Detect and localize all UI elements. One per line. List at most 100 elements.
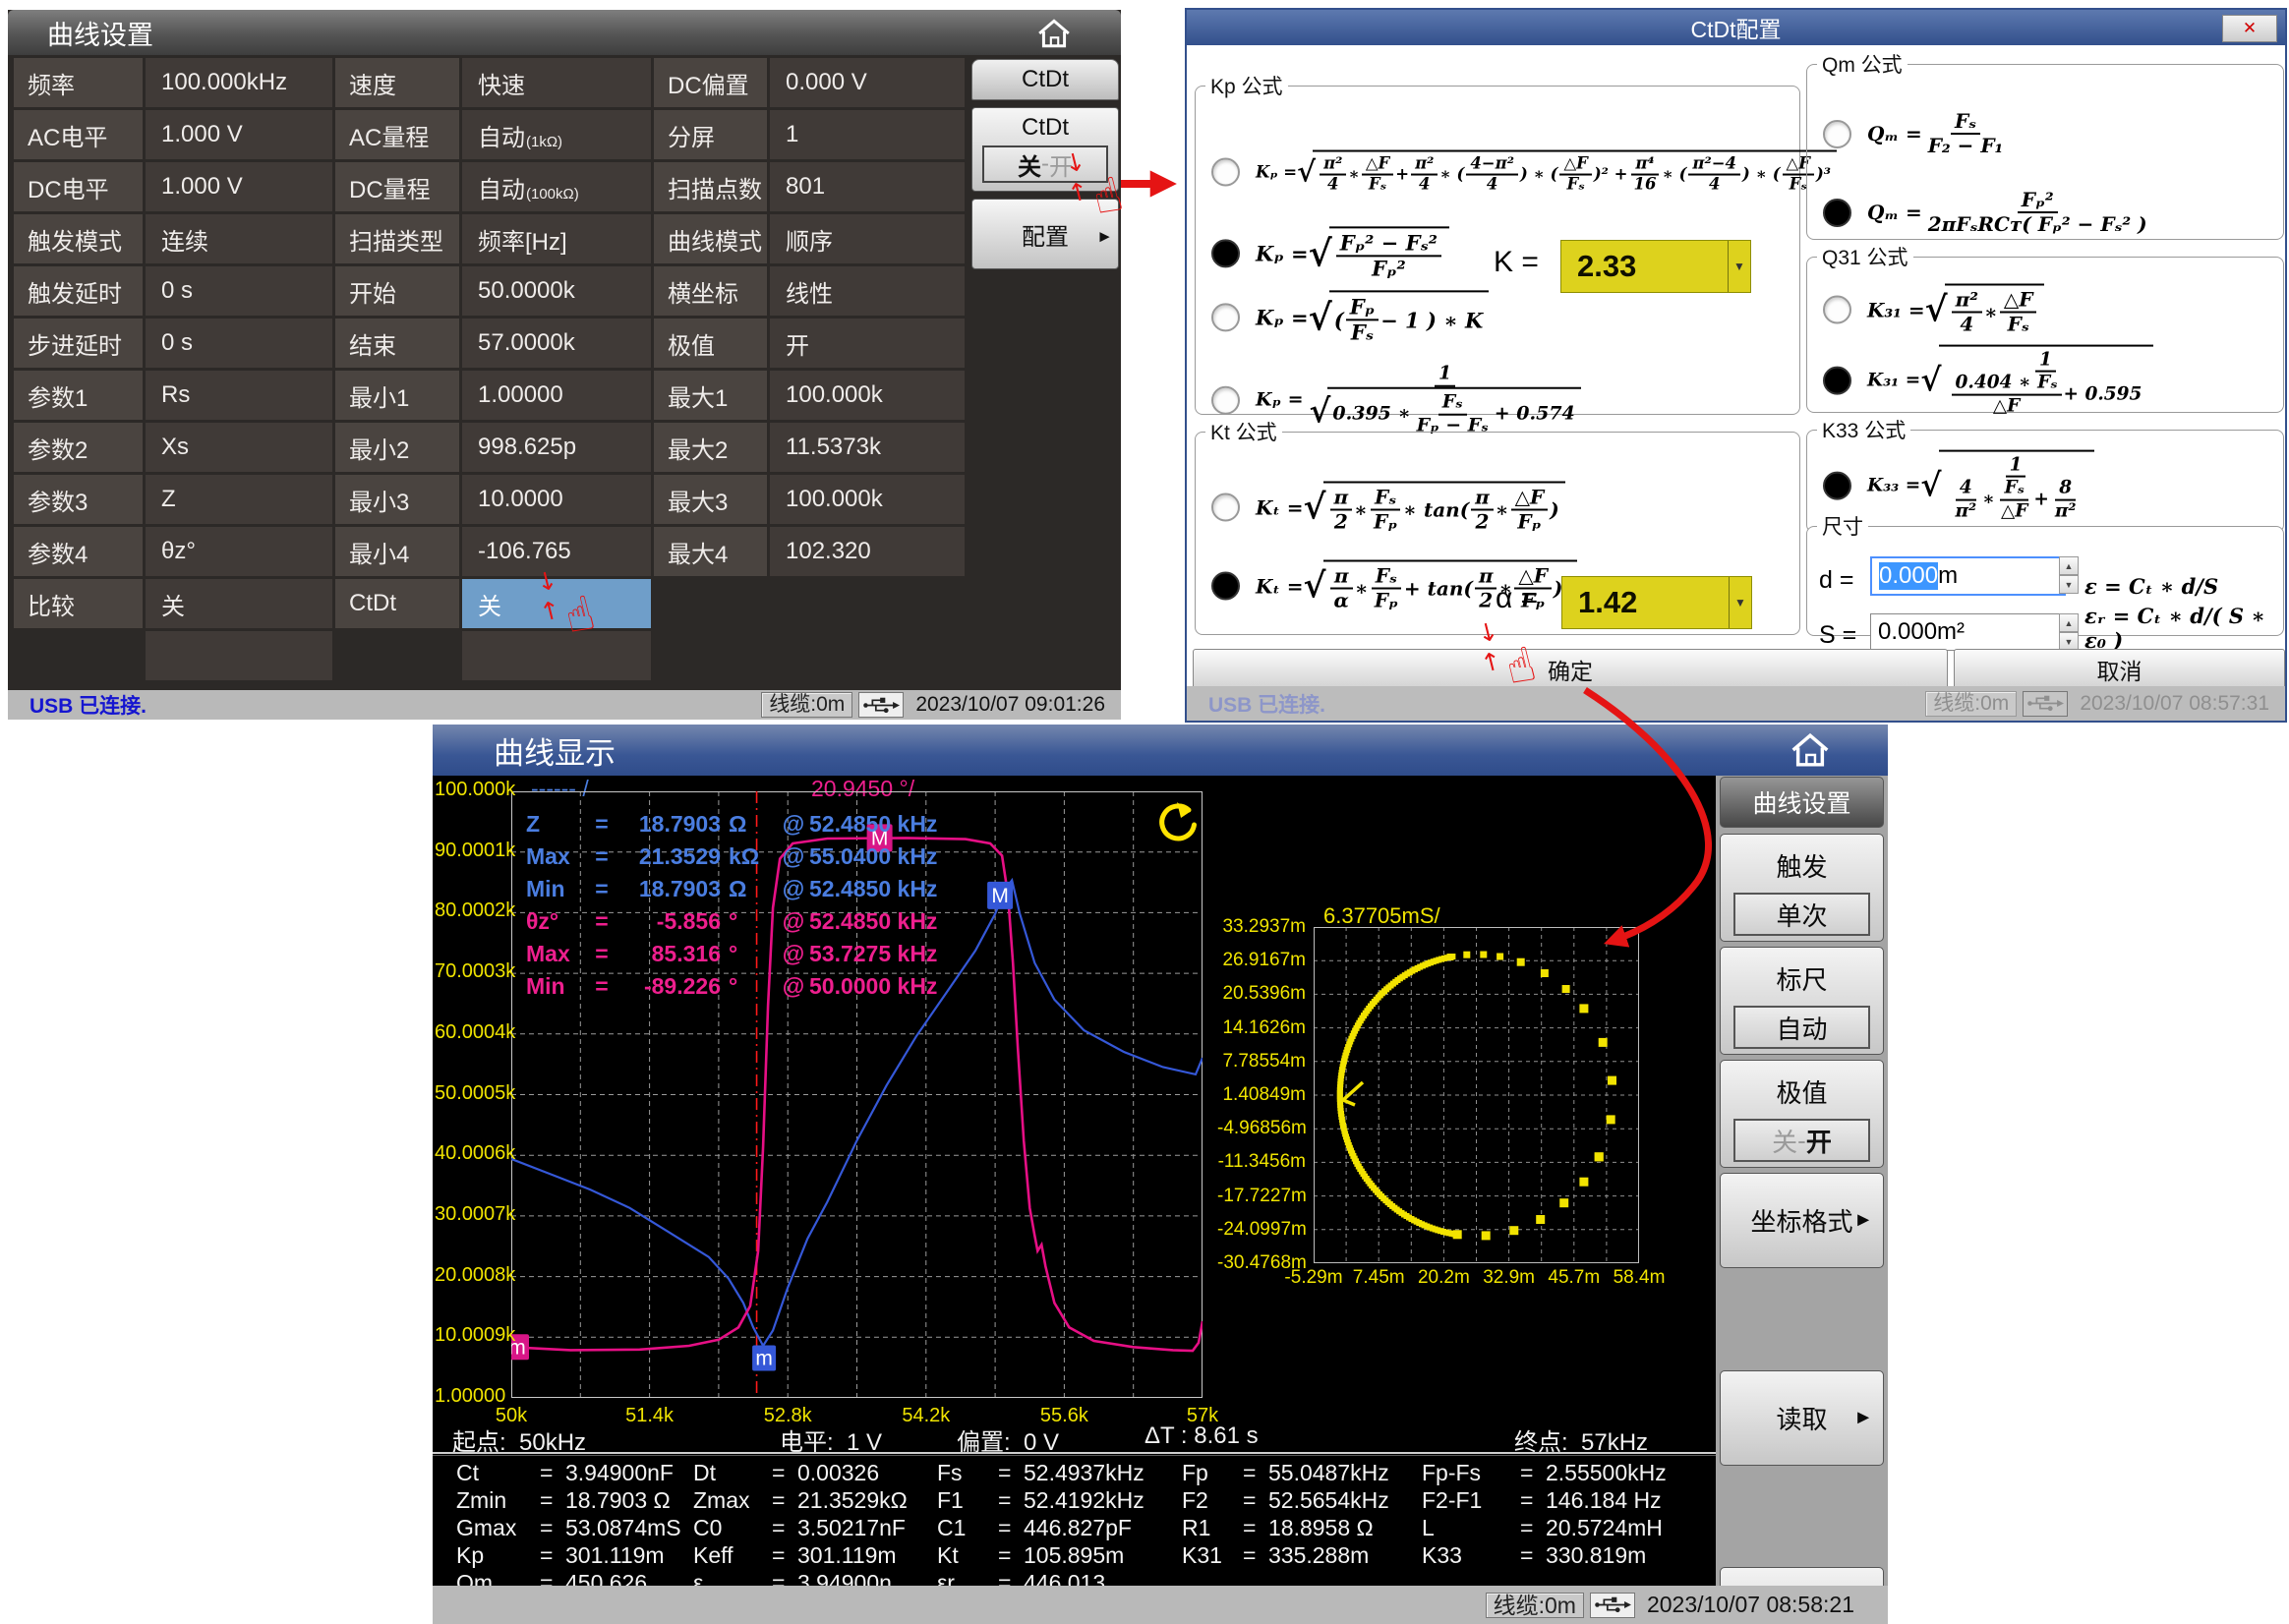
kp-radio-selected[interactable] <box>1211 240 1240 268</box>
measurement-value: 52.5654kHz <box>1268 1487 1389 1514</box>
setting-value[interactable]: 连续 <box>146 214 332 263</box>
curve-display-titlebar: 曲线显示 <box>433 725 1888 776</box>
qm-formula: Qₘ = Fₚ²2πFₛRCᴛ( Fₚ² − Fₛ² ) <box>1867 189 2153 236</box>
radicand: 10.404 ∗ Fₛ△F + 0.595 <box>1939 345 2154 417</box>
setting-value[interactable]: 1.000 V <box>146 162 332 211</box>
setting-value[interactable]: 57.0000k <box>462 319 651 368</box>
k-select[interactable]: 2.33▼ <box>1560 240 1751 293</box>
setting-label: AC电平 <box>14 110 143 159</box>
setting-value[interactable]: Xs <box>146 423 332 472</box>
setting-value[interactable]: 50.0000k <box>462 266 651 316</box>
setting-value[interactable]: 1.000 V <box>146 110 332 159</box>
cancel-button[interactable]: 取消 <box>1954 649 2285 690</box>
setting-value[interactable]: 1 <box>770 110 965 159</box>
measurement-cell: Kt=105.895m <box>937 1542 1124 1569</box>
sidebar-button-coord-format[interactable]: 坐标格式► <box>1720 1173 1884 1268</box>
kp-radio[interactable] <box>1211 386 1240 415</box>
trace-marker-M[interactable]: M <box>987 882 1013 909</box>
setting-value[interactable]: 0 s <box>146 266 332 316</box>
setting-label: 最大2 <box>654 423 767 472</box>
trace-marker-m[interactable]: m <box>752 1346 776 1371</box>
measurement-cell: Keff=301.119m <box>693 1542 897 1569</box>
setting-label: 参数3 <box>14 475 143 524</box>
alpha-select[interactable]: 1.42▼ <box>1561 576 1752 629</box>
config-label: 配置 <box>1022 217 1069 252</box>
setting-value-selected[interactable]: 关 <box>462 579 651 628</box>
measurement-cell: Ct=3.94900nF <box>456 1460 674 1486</box>
setting-value[interactable]: 开 <box>770 319 965 368</box>
alpha-label: α = <box>1496 582 1538 615</box>
ctdt-config-button[interactable]: 配置 ► <box>971 199 1119 269</box>
numerator: Fₛ <box>2000 478 2027 500</box>
measurement-name: Kt <box>937 1542 998 1569</box>
ctdt-config-dialog: CtDt配置 ✕ Kp 公式 Kₚ = √π²4 ∗ △FFₛ + π²4 ∗ … <box>1185 8 2287 723</box>
qm-radio-selected[interactable] <box>1823 199 1851 227</box>
setting-value[interactable]: Rs <box>146 371 332 420</box>
sidebar-toggle-ruler[interactable]: 标尺自动 <box>1720 947 1884 1055</box>
setting-value[interactable]: 100.000k <box>770 371 965 420</box>
numerator: 4−π² <box>1466 155 1518 176</box>
readout-field: Min <box>526 973 587 1000</box>
ok-button[interactable]: 确定 <box>1193 649 1948 690</box>
kt-radio[interactable] <box>1211 493 1240 522</box>
setting-value[interactable]: 11.5373k <box>770 423 965 472</box>
numerator: π <box>1330 487 1353 511</box>
setting-value[interactable]: 0.000 V <box>770 58 965 107</box>
measurement-eq: = <box>998 1515 1024 1541</box>
setting-value[interactable]: 快速 <box>462 58 651 107</box>
home-button[interactable] <box>1032 14 1076 53</box>
sidebar-button-read[interactable]: 读取► <box>1720 1370 1884 1466</box>
circle-y-axis-label: -24.0997m <box>1217 1219 1306 1241</box>
setting-value[interactable]: 102.320 <box>770 527 965 576</box>
setting-value[interactable]: 自动(1kΩ) <box>462 110 651 159</box>
s-input[interactable]: 0.000m² <box>1870 613 2064 651</box>
kp-radio[interactable] <box>1211 158 1240 187</box>
sidebar-toggle-trigger[interactable]: 触发单次 <box>1720 834 1884 942</box>
fraction: 4−π²4 <box>1466 155 1518 195</box>
qm-radio[interactable] <box>1823 120 1851 148</box>
fraction: FₛFₚ <box>1370 487 1401 534</box>
d-input[interactable]: 0.000m <box>1870 556 2066 596</box>
square-root: √π²4 ∗ △FFₛ <box>1925 284 2045 336</box>
readout-field: 21.3529 <box>616 843 721 870</box>
setting-value[interactable]: -106.765 <box>462 527 651 576</box>
setting-value[interactable]: θz° <box>146 527 332 576</box>
setting-value[interactable]: 100.000k <box>770 475 965 524</box>
kp-radio[interactable] <box>1211 304 1240 332</box>
setting-label: 横坐标 <box>654 266 767 316</box>
ctdt-tab: CtDt <box>971 59 1119 100</box>
setting-value[interactable]: 1.00000 <box>462 371 651 420</box>
setting-value[interactable]: Z <box>146 475 332 524</box>
setting-value[interactable]: 线性 <box>770 266 965 316</box>
setting-value[interactable]: 100.000kHz <box>146 58 332 107</box>
close-button[interactable]: ✕ <box>2222 15 2277 42</box>
readout-field: = <box>587 973 616 1000</box>
sidebar-menu-title[interactable]: 曲线设置 <box>1720 777 1884 828</box>
home-button-c[interactable] <box>1788 728 1833 772</box>
measurement-value: 18.8958 Ω <box>1268 1515 1374 1541</box>
setting-value[interactable]: 关 <box>146 579 332 628</box>
setting-value[interactable]: 频率[Hz] <box>462 214 651 263</box>
s-spinner[interactable]: ▲▼ <box>2059 613 2079 651</box>
setting-label: 速度 <box>335 58 459 107</box>
setting-value[interactable]: 801 <box>770 162 965 211</box>
measurement-cell: Zmin=18.7903 Ω <box>456 1487 671 1514</box>
k33-radio-selected[interactable] <box>1823 471 1851 499</box>
numerator: △F <box>1511 487 1549 511</box>
ctdt-toggle-button[interactable]: CtDt 关-开 <box>971 107 1119 192</box>
setting-value[interactable]: 998.625p <box>462 423 651 472</box>
setting-value[interactable]: 顺序 <box>770 214 965 263</box>
setting-value[interactable]: 自动(100kΩ) <box>462 162 651 211</box>
setting-value[interactable]: 10.0000 <box>462 475 651 524</box>
kp-option: Kₚ = √π²4 ∗ △FFₛ + π²4 ∗ ( 4−π²4 ) ∗ ( △… <box>1211 150 1837 195</box>
setting-value[interactable]: 0 s <box>146 319 332 368</box>
sidebar-button-value: 自动 <box>1733 1006 1870 1049</box>
sidebar-toggle-extremum[interactable]: 极值关-开 <box>1720 1060 1884 1168</box>
q31-radio-selected[interactable] <box>1823 366 1851 394</box>
measurement-name: F2 <box>1182 1487 1243 1514</box>
denominator: Fₛ <box>1365 176 1390 195</box>
q31-radio[interactable] <box>1823 296 1851 324</box>
d-spinner[interactable]: ▲▼ <box>2059 556 2079 594</box>
refresh-icon[interactable] <box>1148 799 1200 850</box>
kt-radio-selected[interactable] <box>1211 572 1240 601</box>
